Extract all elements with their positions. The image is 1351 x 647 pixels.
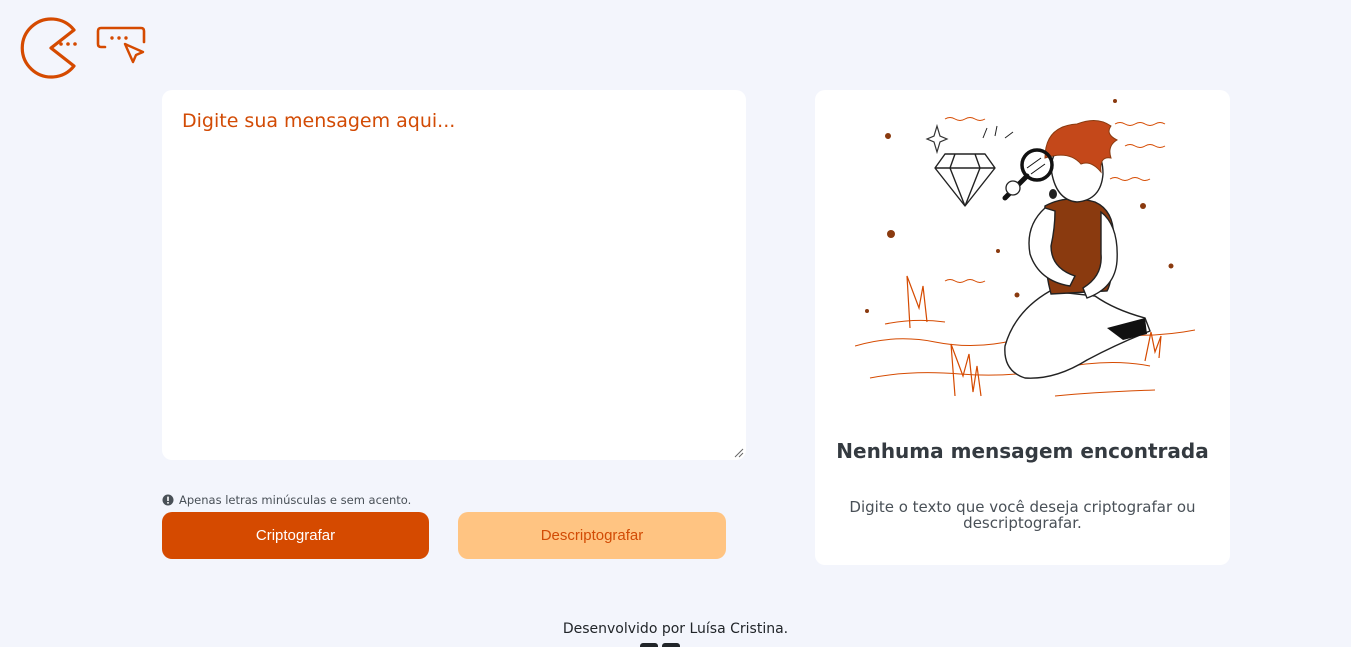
message-input[interactable] [162,90,746,460]
message-input-card [162,90,746,460]
footer-credit: Desenvolvido por Luísa Cristina. [562,621,789,637]
linkedin-icon[interactable] [662,643,680,647]
hint-text: Apenas letras minúsculas e sem acento. [179,493,412,507]
person-with-magnifier-illustration [855,99,1195,397]
input-hint: Apenas letras minúsculas e sem acento. [162,492,411,508]
page: Apenas letras minúsculas e sem acento. C… [0,0,1351,647]
pacman-logo-icon [20,17,77,79]
github-icon[interactable] [640,643,658,647]
resize-handle-icon[interactable] [734,448,744,458]
footer-social-links [640,643,680,647]
empty-state-description: Digite o texto que você deseja criptogra… [849,498,1196,532]
logo [17,11,149,79]
output-panel: Nenhuma mensagem encontrada Digite o tex… [815,90,1230,565]
encrypt-button[interactable]: Criptografar [162,512,429,559]
empty-state-title: Nenhuma mensagem encontrada [836,439,1209,463]
message-cursor-icon [96,26,146,64]
info-icon [162,494,174,506]
decrypt-button[interactable]: Descriptografar [458,512,726,559]
